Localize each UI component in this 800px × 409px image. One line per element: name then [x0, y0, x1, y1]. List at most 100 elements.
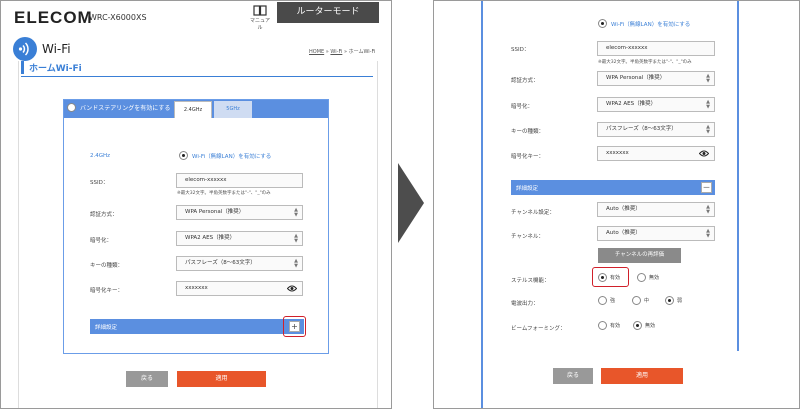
wifi-enable-label: Wi-Fi（無線LAN）を有効にする	[192, 153, 272, 160]
advanced-settings-label: 詳細設定	[516, 186, 539, 192]
power-mid-option[interactable]: 中	[632, 296, 649, 305]
advanced-settings-label: 詳細設定	[95, 325, 118, 331]
auth-select[interactable]: WPA Personal（推奨） ▲ ▼	[597, 71, 715, 86]
keytype-value: パスフレーズ（8～63文字）	[606, 126, 677, 132]
power-mid-label: 中	[644, 298, 650, 304]
wifi-enable-label: Wi-Fi（無線LAN）を有効にする	[611, 21, 691, 28]
auth-value: WPA Personal（推奨）	[185, 209, 245, 215]
beamforming-label: ビームフォーミング：	[511, 326, 566, 332]
power-high-radio[interactable]	[598, 296, 607, 305]
settings-header-bar: バンドステアリングを有効にする 2.4GHz 5GHz	[64, 100, 328, 118]
ssid-input[interactable]: elecom-xxxxxx	[597, 41, 715, 56]
auth-label: 認証方式：	[511, 78, 539, 84]
eye-icon[interactable]	[287, 285, 297, 292]
breadcrumb: HOME » Wi-Fi » ホームWi-Fi	[309, 48, 375, 55]
stealth-off-label: 無効	[649, 275, 660, 281]
channel-auto-label: チャンネル設定：	[511, 210, 555, 216]
auth-label: 認証方式：	[90, 212, 118, 218]
power-low-option[interactable]: 弱	[665, 296, 682, 305]
channel-auto-select[interactable]: Auto（推奨） ▲ ▼	[597, 202, 715, 217]
band-label: 2.4GHz	[90, 153, 111, 159]
select-arrows-icon: ▲ ▼	[706, 228, 710, 239]
wifi-enable-toggle[interactable]: Wi-Fi（無線LAN）を有効にする	[179, 151, 271, 160]
wifi-enable-toggle[interactable]: Wi-Fi（無線LAN）を有効にする	[598, 19, 690, 28]
tab-5ghz[interactable]: 5GHz	[214, 101, 252, 118]
power-low-radio[interactable]	[665, 296, 674, 305]
channel-select[interactable]: Auto（推奨） ▲ ▼	[597, 226, 715, 241]
band-steering-radio[interactable]	[67, 103, 76, 112]
key-input[interactable]: xxxxxxx	[176, 281, 303, 296]
collapse-button[interactable]: －	[701, 182, 712, 193]
wifi-icon	[13, 37, 37, 61]
ssid-label: SSID：	[90, 180, 109, 186]
arrow-right-icon	[398, 163, 424, 243]
keytype-value: パスフレーズ（8～63文字）	[185, 260, 256, 266]
stealth-off-option[interactable]: 無効	[637, 273, 659, 282]
power-high-label: 強	[610, 298, 616, 304]
beam-off-option[interactable]: 無効	[633, 321, 655, 330]
back-button[interactable]: 戻る	[553, 368, 593, 384]
auth-select[interactable]: WPA Personal（推奨） ▲ ▼	[176, 205, 303, 220]
key-input[interactable]: xxxxxxx	[597, 146, 715, 161]
channel-auto-value: Auto（推奨）	[606, 206, 641, 212]
key-value: xxxxxxx	[185, 285, 208, 291]
encryption-select[interactable]: WPA2 AES（推奨） ▲ ▼	[597, 97, 715, 112]
beam-on-radio[interactable]	[598, 321, 607, 330]
channel-reevaluate-button[interactable]: チャンネルの再評価	[598, 248, 681, 263]
section-title: ホームWi-Fi	[21, 61, 82, 74]
model-name: WRC-X6000XS	[89, 13, 147, 22]
power-low-label: 弱	[677, 298, 683, 304]
key-value: xxxxxxx	[606, 150, 629, 156]
keytype-label: キーの種類：	[511, 129, 545, 135]
keytype-label: キーの種類：	[90, 263, 124, 269]
manual-link[interactable]: マニュアル	[248, 5, 272, 31]
key-label: 暗号化キー：	[90, 288, 124, 294]
select-arrows-icon: ▲ ▼	[294, 258, 298, 269]
select-arrows-icon: ▲ ▼	[706, 99, 710, 110]
stealth-off-radio[interactable]	[637, 273, 646, 282]
section-divider	[21, 76, 373, 77]
eye-icon[interactable]	[699, 150, 709, 157]
auth-value: WPA Personal（推奨）	[606, 75, 666, 81]
encryption-value: WPA2 AES（推奨）	[185, 235, 236, 241]
band-steering-toggle[interactable]: バンドステアリングを有効にする	[67, 103, 170, 112]
breadcrumb-current: ホームWi-Fi	[348, 49, 376, 55]
brand-logo: ELECOM	[14, 8, 93, 27]
power-label: 電波出力：	[511, 301, 539, 307]
advanced-settings-bar[interactable]: 詳細設定 －	[511, 180, 715, 195]
advanced-settings-bar[interactable]: 詳細設定 +	[90, 319, 304, 334]
breadcrumb-wifi[interactable]: Wi-Fi	[330, 49, 342, 55]
router-mode-badge: ルーターモード	[277, 2, 379, 23]
tab-2-4ghz[interactable]: 2.4GHz	[174, 101, 212, 118]
key-label: 暗号化キー：	[511, 154, 545, 160]
back-button[interactable]: 戻る	[126, 371, 168, 387]
power-high-option[interactable]: 強	[598, 296, 615, 305]
beam-on-label: 有効	[610, 323, 621, 329]
beam-off-label: 無効	[645, 323, 656, 329]
apply-button[interactable]: 適用	[601, 368, 683, 384]
beam-off-radio[interactable]	[633, 321, 642, 330]
breadcrumb-home[interactable]: HOME	[309, 49, 324, 55]
encryption-label: 暗号化：	[90, 238, 113, 244]
beam-on-option[interactable]: 有効	[598, 321, 620, 330]
encryption-select[interactable]: WPA2 AES（推奨） ▲ ▼	[176, 231, 303, 246]
screenshot-after: Wi-Fi（無線LAN）を有効にする SSID： elecom-xxxxxx ※…	[433, 0, 800, 409]
select-arrows-icon: ▲ ▼	[294, 207, 298, 218]
apply-button[interactable]: 適用	[177, 371, 266, 387]
box-border-left	[481, 1, 483, 408]
ssid-note: ※最大32文字。半角英数字または"-"、"_"のみ	[598, 60, 692, 65]
book-icon	[253, 5, 267, 16]
channel-value: Auto（推奨）	[606, 230, 641, 236]
keytype-select[interactable]: パスフレーズ（8～63文字） ▲ ▼	[597, 122, 715, 137]
select-arrows-icon: ▲ ▼	[294, 233, 298, 244]
wifi-enable-radio[interactable]	[179, 151, 188, 160]
power-mid-radio[interactable]	[632, 296, 641, 305]
page-title: Wi-Fi	[42, 42, 71, 56]
wifi-enable-radio[interactable]	[598, 19, 607, 28]
ssid-input[interactable]: elecom-xxxxxx	[176, 173, 303, 188]
screenshot-before: ELECOM WRC-X6000XS マニュアル ルーターモード Wi-Fi H…	[0, 0, 392, 409]
select-arrows-icon: ▲ ▼	[706, 204, 710, 215]
band-steering-label: バンドステアリングを有効にする	[80, 105, 171, 112]
keytype-select[interactable]: パスフレーズ（8～63文字） ▲ ▼	[176, 256, 303, 271]
encryption-value: WPA2 AES（推奨）	[606, 101, 657, 107]
